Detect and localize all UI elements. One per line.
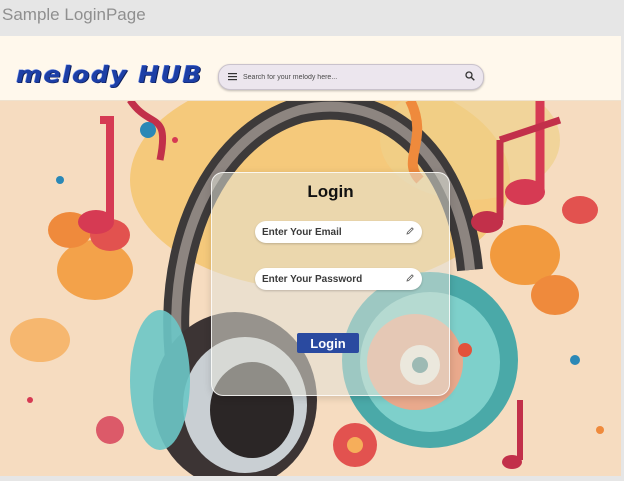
login-card: Login Login — [211, 172, 450, 396]
window-title: Sample LoginPage — [2, 5, 146, 24]
password-field[interactable] — [255, 268, 422, 290]
login-button[interactable]: Login — [297, 333, 359, 353]
navbar: melody HUB — [0, 36, 621, 101]
brand-logo[interactable]: melody HUB — [16, 61, 203, 88]
pencil-icon — [406, 274, 414, 282]
menu-icon[interactable] — [228, 72, 237, 81]
search-icon[interactable] — [465, 71, 475, 81]
email-input[interactable] — [262, 225, 402, 239]
pencil-icon — [406, 227, 414, 235]
email-field[interactable] — [255, 221, 422, 243]
login-title: Login — [307, 182, 354, 201]
password-input[interactable] — [262, 272, 402, 286]
search-bar[interactable] — [218, 64, 484, 90]
page: melody HUB Login — [0, 36, 621, 476]
search-input[interactable] — [243, 69, 453, 85]
